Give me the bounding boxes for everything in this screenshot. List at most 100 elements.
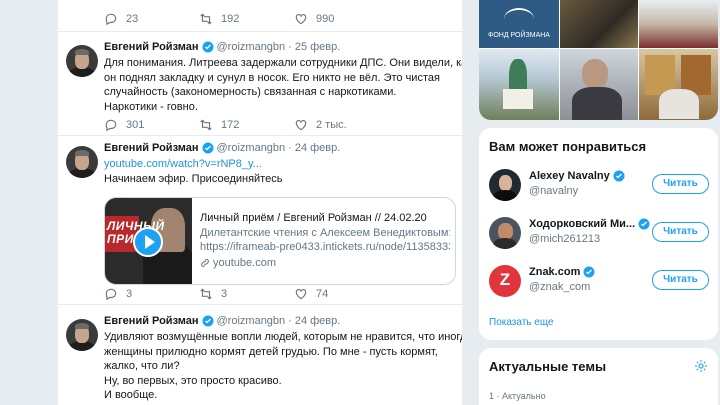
follow-button[interactable]: Читать <box>652 222 709 242</box>
tweet[interactable]: Евгений Ройзман @roizmangbn · 24 февр. У… <box>58 310 463 405</box>
user-handle: @navalny <box>529 185 579 197</box>
card-thumbnail[interactable]: ЛИЧНЫЙ ПРИЕМ <box>105 198 192 284</box>
tweet-date[interactable]: 25 февр. <box>295 41 340 53</box>
retweet-count: 172 <box>221 119 240 131</box>
reply-count: 301 <box>126 119 145 131</box>
avatar[interactable]: Z <box>489 265 521 297</box>
tweet-link[interactable]: youtube.com/watch?v=rNP8_y... <box>104 157 454 172</box>
retweet-count: 3 <box>221 288 228 300</box>
who-to-follow: Вам может понравиться Alexey Navalny @na… <box>479 128 718 340</box>
trend-meta: 1 · Актуально <box>489 391 546 401</box>
tweet-date[interactable]: 24 февр. <box>295 315 340 327</box>
suggested-user[interactable]: Ходорковский Ми... @mich261213 Читать <box>489 213 709 253</box>
like-button[interactable]: 990 <box>294 12 389 26</box>
verified-icon <box>613 170 625 182</box>
tweet-header: Евгений Ройзман @roizmangbn · 24 февр. <box>104 142 340 154</box>
author-handle[interactable]: @roizmangbn <box>217 41 286 53</box>
author-name[interactable]: Евгений Ройзман <box>104 315 199 327</box>
verified-icon <box>638 218 650 230</box>
follow-button[interactable]: Читать <box>652 174 709 194</box>
media-thumb[interactable] <box>639 0 718 48</box>
like-button[interactable]: 2 тыс. <box>294 118 389 132</box>
heart-icon <box>295 289 307 300</box>
suggested-user[interactable]: Alexey Navalny @navalny Читать <box>489 165 709 205</box>
media-thumb[interactable] <box>560 0 638 48</box>
tweet-text: Для понимания. Литреева задержали сотруд… <box>104 56 463 114</box>
author-handle[interactable]: @roizmangbn <box>217 142 286 154</box>
separator: · <box>288 142 292 154</box>
fund-logo-icon <box>504 8 534 30</box>
tweet-actions: 301 172 2 тыс. <box>104 118 389 132</box>
verified-icon <box>202 41 214 53</box>
tweet-previous[interactable]: 23 192 990 <box>58 0 462 32</box>
avatar[interactable] <box>489 169 521 201</box>
media-thumb[interactable] <box>560 49 638 120</box>
media-thumb[interactable] <box>639 49 718 120</box>
tweet-text: Удивляют возмущённые вопли людей, которы… <box>104 330 463 403</box>
suggested-user[interactable]: Z Znak.com @znak_com Читать <box>489 261 709 301</box>
user-name-text: Ходорковский Ми... <box>529 218 636 230</box>
verified-icon <box>202 142 214 154</box>
play-icon[interactable] <box>133 227 163 257</box>
tweet-line: случайность (закономерность) связанная с… <box>104 86 397 98</box>
avatar[interactable] <box>66 319 98 351</box>
like-count: 990 <box>316 13 335 25</box>
avatar[interactable] <box>66 146 98 178</box>
verified-icon <box>202 315 214 327</box>
separator: · <box>288 41 292 53</box>
retweet-count: 192 <box>221 13 240 25</box>
author-name[interactable]: Евгений Ройзман <box>104 41 199 53</box>
user-name[interactable]: Znak.com <box>529 266 598 278</box>
tweet-line: Для понимания. Литреева задержали сотруд… <box>104 57 463 69</box>
user-name[interactable]: Ходорковский Ми... <box>529 218 653 230</box>
reply-button[interactable]: 23 <box>104 12 199 26</box>
reply-icon <box>105 13 117 26</box>
card-domain: youtube.com <box>200 257 450 269</box>
author-handle[interactable]: @roizmangbn <box>217 315 286 327</box>
user-handle: @mich261213 <box>529 233 601 245</box>
tweet-line: И вообще. <box>104 389 158 401</box>
like-count: 2 тыс. <box>316 119 347 131</box>
trends-panel: Актуальные темы 1 · Актуально <box>479 348 718 405</box>
like-button[interactable]: 74 <box>294 287 389 301</box>
card-domain-text: youtube.com <box>213 257 276 269</box>
media-thumb[interactable] <box>479 49 559 120</box>
tweet-line: женщины прилюдно кормят детей грудью. По… <box>104 345 438 358</box>
card-description-url: https://iframeab-pre0433.intickets.ru/no… <box>200 241 450 253</box>
avatar[interactable] <box>66 45 98 77</box>
tweet-header: Евгений Ройзман @roizmangbn · 24 февр. <box>104 315 340 327</box>
avatar[interactable] <box>489 217 521 249</box>
tweet-line: Удивляют возмущённые вопли людей, которы… <box>104 331 463 343</box>
verified-icon <box>583 266 595 278</box>
user-name-text: Alexey Navalny <box>529 170 610 182</box>
user-name[interactable]: Alexey Navalny <box>529 170 628 182</box>
timeline: 23 192 990 Евгений Ройзман @roizmangbn ·… <box>57 0 463 405</box>
znak-logo-letter: Z <box>499 270 511 289</box>
reply-count: 23 <box>126 13 139 25</box>
author-name[interactable]: Евгений Ройзман <box>104 142 199 154</box>
follow-button[interactable]: Читать <box>652 270 709 290</box>
link-card[interactable]: ЛИЧНЫЙ ПРИЕМ Личный приём / Евгений Ройз… <box>104 197 456 285</box>
retweet-button[interactable]: 172 <box>199 118 294 132</box>
reply-icon <box>105 288 117 301</box>
tweet[interactable]: Евгений Ройзман @roizmangbn · 24 февр. y… <box>58 137 462 305</box>
user-handle: @znak_com <box>529 281 591 293</box>
tweet-header: Евгений Ройзман @roizmangbn · 25 февр. <box>104 41 340 53</box>
trends-title: Актуальные темы <box>489 359 607 374</box>
show-more-link[interactable]: Показать еще <box>489 317 554 328</box>
tweet-line: Наркотики - говно. <box>104 100 198 113</box>
tweet[interactable]: Евгений Ройзман @roizmangbn · 25 февр. Д… <box>58 36 463 136</box>
reply-button[interactable]: 3 <box>104 287 199 301</box>
retweet-button[interactable]: 192 <box>199 12 294 26</box>
media-thumb-logo[interactable]: ФОНД РОЙЗМАНА <box>479 0 559 48</box>
tweet-actions: 23 192 990 <box>104 12 389 26</box>
link-icon <box>201 259 209 267</box>
tweet-line: жалко, что ли? <box>104 360 180 372</box>
retweet-button[interactable]: 3 <box>199 287 294 301</box>
card-text: Личный приём / Евгений Ройзман // 24.02.… <box>200 212 450 269</box>
gear-icon[interactable] <box>694 359 708 373</box>
separator: · <box>288 315 292 327</box>
reply-count: 3 <box>126 288 133 300</box>
tweet-date[interactable]: 24 февр. <box>295 142 340 154</box>
reply-button[interactable]: 301 <box>104 118 199 132</box>
